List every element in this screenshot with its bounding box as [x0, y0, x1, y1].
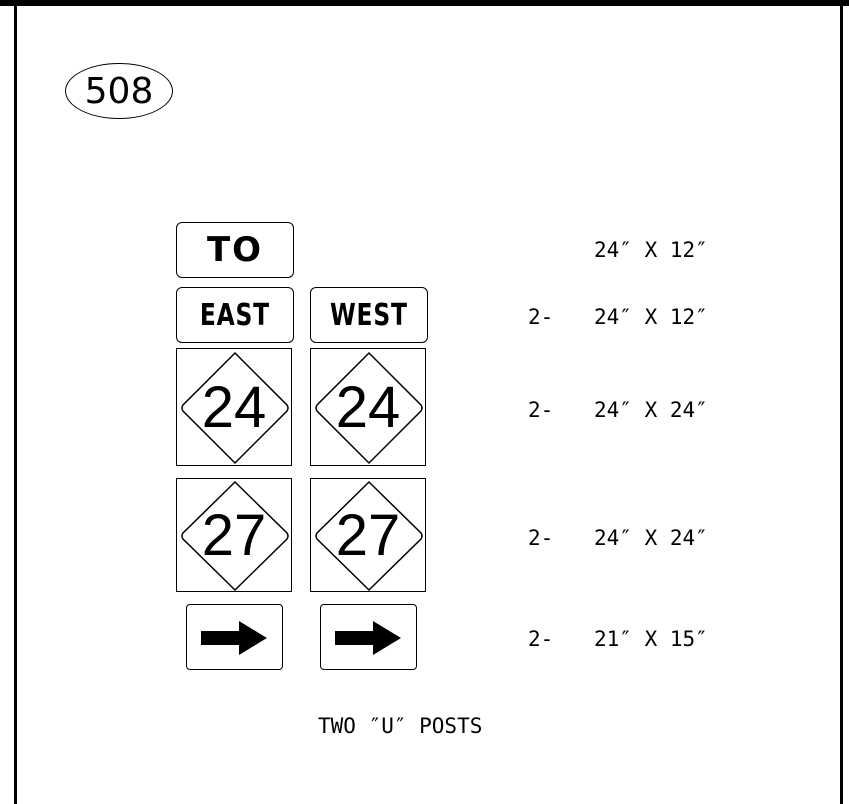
spec-size-arrow: 21″ X 15″ — [594, 627, 708, 651]
sheet-number-badge: 508 — [65, 63, 173, 119]
east-sign-text: EAST — [199, 297, 271, 333]
west-sign-text: WEST — [330, 297, 408, 333]
route-27-marker-right: 27 — [310, 478, 426, 592]
west-sign: WEST — [310, 287, 428, 343]
route-24-marker-left: 24 — [176, 348, 292, 466]
route-number: 24 — [335, 374, 401, 440]
route-number: 27 — [335, 502, 401, 568]
spec-qty-route-27: 2- — [528, 526, 554, 550]
spec-qty-route-24: 2- — [528, 398, 554, 422]
arrow-sign-right — [320, 604, 417, 670]
route-number: 24 — [201, 374, 267, 440]
to-sign: TO — [176, 222, 294, 278]
posts-note: TWO ″U″ POSTS — [318, 714, 483, 738]
spec-size-route-27: 24″ X 24″ — [594, 526, 708, 550]
route-27-marker-left: 27 — [176, 478, 292, 592]
to-sign-text: TO — [206, 230, 264, 270]
east-sign: EAST — [176, 287, 294, 343]
sheet-number: 508 — [84, 70, 154, 112]
drawing-border-top — [0, 0, 849, 6]
spec-qty-direction: 2- — [528, 305, 554, 329]
right-arrow-icon — [201, 621, 267, 655]
drawing-border-right — [840, 0, 843, 804]
right-arrow-icon — [335, 621, 401, 655]
spec-size-to: 24″ X 12″ — [594, 238, 708, 262]
route-24-marker-right: 24 — [310, 348, 426, 466]
spec-size-direction: 24″ X 12″ — [594, 305, 708, 329]
spec-qty-arrow: 2- — [528, 627, 554, 651]
route-number: 27 — [201, 502, 267, 568]
arrow-sign-left — [186, 604, 283, 670]
spec-size-route-24: 24″ X 24″ — [594, 398, 708, 422]
drawing-border-left — [14, 0, 17, 804]
